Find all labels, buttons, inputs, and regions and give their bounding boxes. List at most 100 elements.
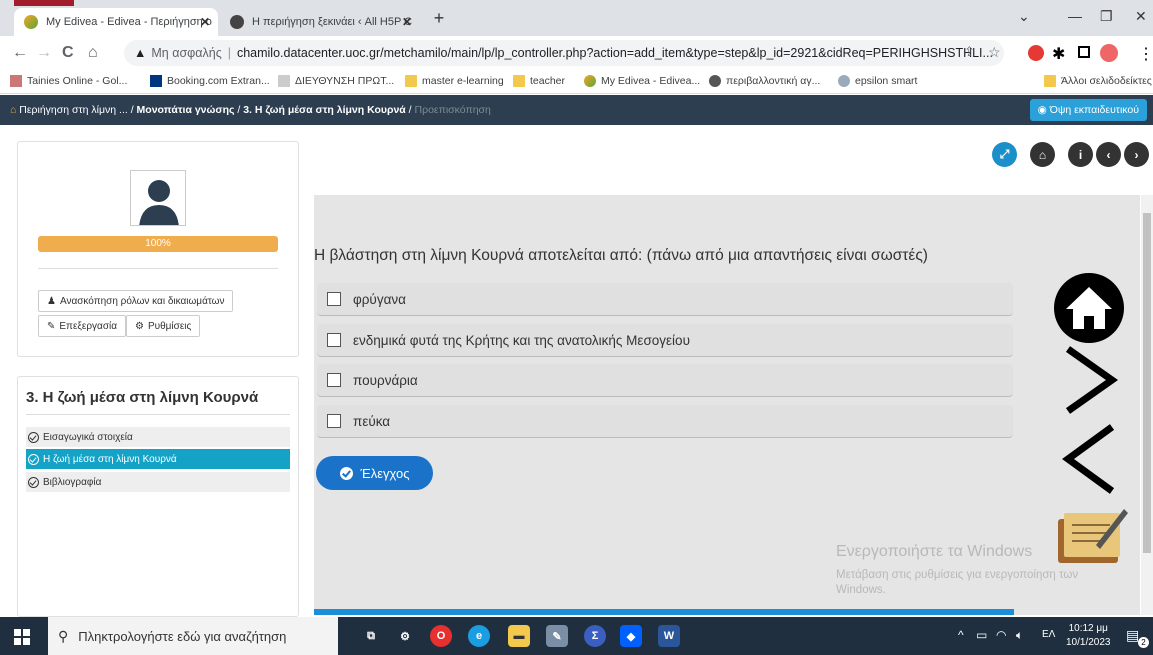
task-view-icon[interactable]: ⧉: [360, 625, 382, 647]
fullscreen-icon[interactable]: ⤢: [992, 142, 1017, 167]
answer-option[interactable]: πεύκα: [317, 405, 1013, 438]
checkbox[interactable]: [327, 333, 341, 347]
toc-item-label: Βιβλιογραφία: [43, 476, 102, 488]
scrollbar-thumb[interactable]: [1143, 213, 1151, 553]
close-tab-icon[interactable]: ✕: [402, 15, 412, 29]
edit-button[interactable]: ✎ Επεξεργασία: [38, 315, 126, 337]
learning-path-toc: 3. Η ζωή μέσα στη λίμνη Κουρνά Εισαγωγικ…: [17, 376, 299, 617]
profile-avatar[interactable]: [1100, 44, 1118, 62]
previous-big-icon[interactable]: [1062, 423, 1118, 495]
checkbox[interactable]: [327, 373, 341, 387]
bookmark-item[interactable]: teacher: [513, 75, 565, 87]
notification-badge: 2: [1138, 637, 1149, 648]
question-text: Η βλάστηση στη λίμνη Κουρνά αποτελείται …: [314, 247, 928, 264]
toc-item-label: Εισαγωγικά στοιχεία: [43, 431, 133, 443]
bookmark-item[interactable]: epsilon smart: [838, 75, 917, 87]
teacher-view-button[interactable]: ◉ Όψη εκπαιδευτικού: [1029, 99, 1147, 121]
notebook-icon[interactable]: [1052, 501, 1132, 569]
windows-watermark-title: Ενεργοποιήστε τα Windows: [836, 543, 1033, 560]
new-tab-button[interactable]: +: [428, 8, 450, 30]
wordpress-favicon-icon: [230, 15, 244, 29]
browser-toolbar: ← → C ⌂ ▲ Μη ασφαλής | chamilo.datacente…: [0, 36, 1153, 70]
file-explorer-icon[interactable]: ▬: [508, 625, 530, 647]
folder-icon: [405, 75, 417, 87]
bookmark-label: teacher: [530, 75, 566, 87]
forward-icon[interactable]: →: [36, 44, 52, 62]
checkbox[interactable]: [327, 414, 341, 428]
bookmark-item[interactable]: περιβαλλοντική αγ...: [709, 75, 820, 87]
toc-item[interactable]: Βιβλιογραφία: [26, 472, 290, 493]
answer-option[interactable]: φρύγανα: [317, 283, 1013, 316]
minimize-icon[interactable]: —: [1068, 8, 1082, 24]
bookmark-item[interactable]: master e-learning: [405, 75, 504, 87]
answer-option[interactable]: πουρνάρια: [317, 364, 1013, 397]
back-icon[interactable]: ←: [12, 44, 28, 62]
edit-label: Επεξεργασία: [59, 320, 117, 332]
breadcrumb-item[interactable]: 3. Η ζωή μέσα στη λίμνη Κουρνά: [243, 104, 406, 116]
check-circle-icon: [28, 453, 39, 465]
opera-icon[interactable]: O: [430, 625, 452, 647]
close-tab-icon[interactable]: ✕: [200, 15, 210, 29]
extensions-icon[interactable]: ✱: [1052, 44, 1065, 64]
scrollbar[interactable]: [1141, 195, 1153, 615]
toc-item-selected[interactable]: Η ζωή μέσα στη λίμνη Κουρνά: [26, 449, 290, 470]
taskbar-search[interactable]: ⚲ Πληκτρολογήστε εδώ για αναζήτηση: [48, 617, 338, 655]
address-bar[interactable]: ▲ Μη ασφαλής | chamilo.datacenter.uoc.gr…: [124, 40, 1004, 66]
breadcrumb-item[interactable]: Περιήγηση στη λίμνη ...: [19, 104, 128, 116]
close-window-icon[interactable]: ✕: [1135, 8, 1147, 25]
network-icon[interactable]: ▭: [976, 628, 987, 642]
reload-icon[interactable]: C: [62, 44, 74, 62]
toc-item[interactable]: Εισαγωγικά στοιχεία: [26, 427, 290, 448]
bookmark-item[interactable]: Tainies Online - Gol...: [10, 75, 127, 87]
checkbox[interactable]: [327, 292, 341, 306]
dropbox-icon[interactable]: ◆: [620, 625, 642, 647]
check-icon: [339, 466, 353, 480]
clock[interactable]: 10:12 μμ 10/1/2023: [1066, 622, 1111, 650]
tab-edivea[interactable]: My Edivea - Edivea - Περιήγηση ο ✕: [14, 8, 218, 36]
windows-watermark-subtitle: Μετάβαση στις ρυθμίσεις για ενεργοποίηση…: [836, 569, 1079, 596]
previous-icon[interactable]: ‹: [1096, 142, 1121, 167]
wifi-icon[interactable]: ◠: [996, 628, 1006, 642]
edge-icon[interactable]: e: [468, 625, 490, 647]
clock-date: 10/1/2023: [1066, 637, 1111, 648]
next-big-icon[interactable]: [1062, 345, 1118, 415]
bookmark-item[interactable]: My Edivea - Edivea...: [584, 75, 700, 87]
volume-icon[interactable]: 🔈︎: [1016, 628, 1023, 643]
menu-icon[interactable]: ⋮: [1138, 44, 1153, 64]
next-icon[interactable]: ›: [1124, 142, 1149, 167]
bookmarks-bar: Tainies Online - Gol... Booking.com Extr…: [0, 70, 1153, 94]
maximize-icon[interactable]: ❐: [1100, 8, 1113, 25]
check-button[interactable]: Έλεγχος: [316, 456, 433, 490]
corner-decoration: [14, 0, 74, 6]
bookmark-star-icon[interactable]: ☆: [988, 44, 1001, 61]
toc-title: 3. Η ζωή μέσα στη λίμνη Κουρνά: [26, 389, 259, 406]
settings-button[interactable]: ⚙ Ρυθμίσεις: [126, 315, 201, 337]
other-bookmarks[interactable]: Άλλοι σελιδοδείκτες: [1044, 75, 1152, 87]
settings-app-icon[interactable]: ⚙: [394, 625, 416, 647]
pencil-icon: ✎: [47, 320, 56, 332]
breadcrumb-item[interactable]: Μονοπάτια γνώσης: [137, 104, 235, 116]
tab-title: My Edivea - Edivea - Περιήγηση ο: [46, 16, 212, 28]
url-text: chamilo.datacenter.uoc.gr/metchamilo/mai…: [236, 46, 993, 60]
answer-option[interactable]: ενδημικά φυτά της Κρήτης και της ανατολι…: [317, 324, 1013, 357]
tray-chevron-icon[interactable]: ^: [958, 628, 964, 642]
adblock-icon[interactable]: [1028, 45, 1044, 61]
word-icon[interactable]: W: [658, 625, 680, 647]
share-icon[interactable]: ⇪: [964, 44, 975, 60]
progress-bar: 100%: [38, 236, 278, 252]
windows-start-icon[interactable]: [14, 629, 30, 645]
home-big-icon[interactable]: [1052, 271, 1126, 345]
language-indicator[interactable]: ΕΛ: [1042, 629, 1055, 640]
bookmark-item[interactable]: Booking.com Extran...: [150, 75, 270, 87]
home-nav-icon[interactable]: ⌂: [1030, 142, 1055, 167]
sigma-app-icon[interactable]: Σ: [584, 625, 606, 647]
tab-search-icon[interactable]: ⌄: [1018, 8, 1030, 25]
home-icon[interactable]: ⌂: [88, 44, 98, 62]
bookmark-label: περιβαλλοντική αγ...: [726, 75, 821, 87]
sidepanel-icon[interactable]: [1078, 46, 1090, 58]
info-icon[interactable]: i: [1068, 142, 1093, 167]
bookmark-item[interactable]: ΔΙΕΥΘΥΝΣΗ ΠΡΩΤ...: [278, 75, 394, 87]
tab-h5p[interactable]: Η περιήγηση ξεκινάει ‹ All H5P C ✕: [220, 8, 420, 36]
roles-review-button[interactable]: ♟ Ανασκόπηση ρόλων και δικαιωμάτων: [38, 290, 234, 312]
paint-icon[interactable]: ✎: [546, 625, 568, 647]
